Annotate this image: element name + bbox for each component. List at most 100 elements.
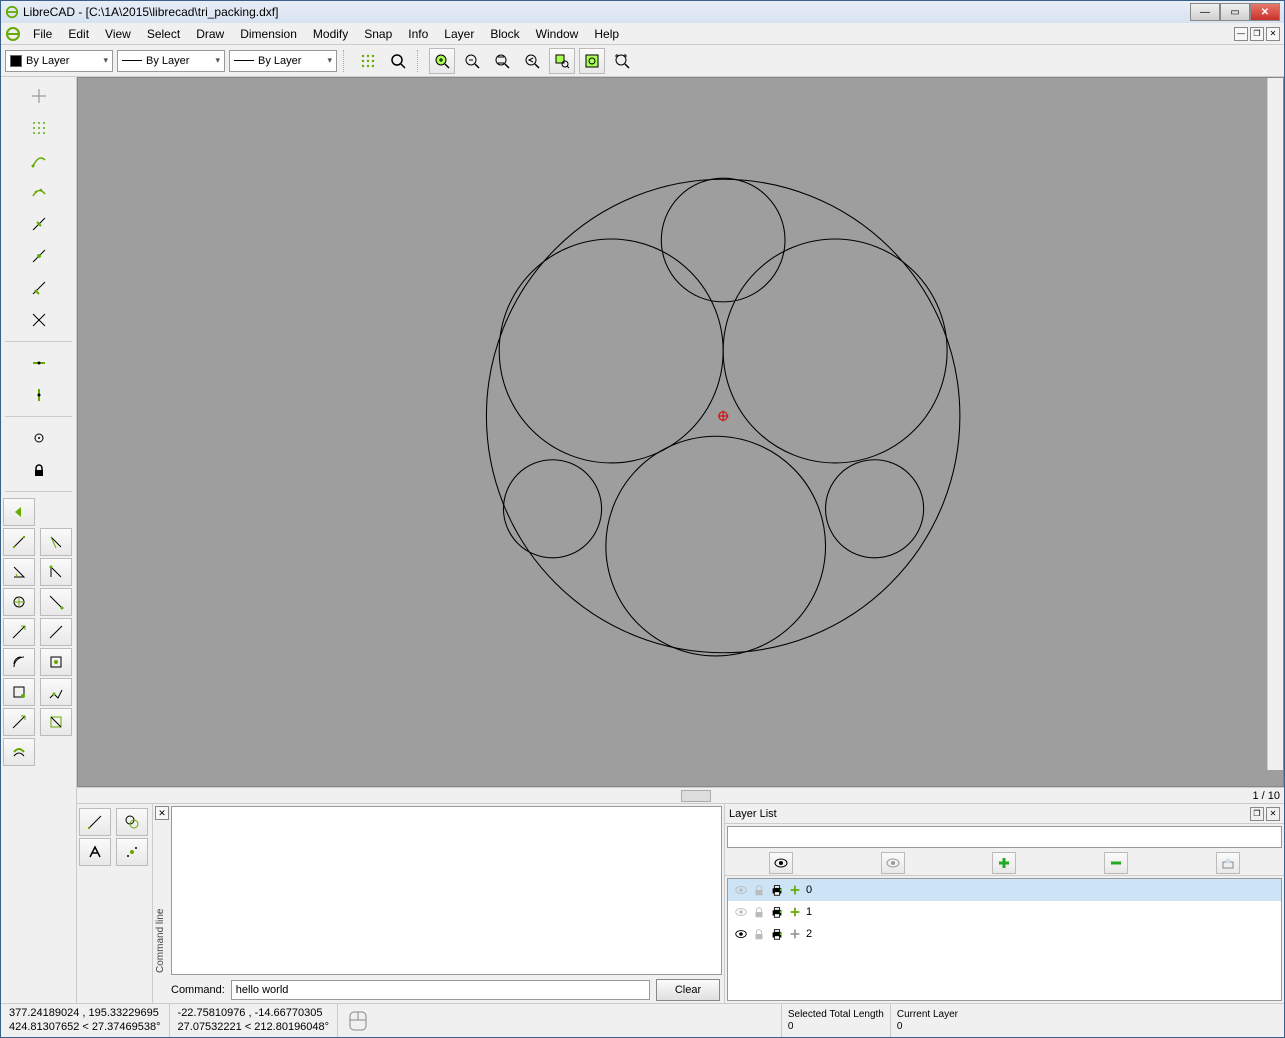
tool-spline-icon[interactable] (40, 618, 72, 646)
layer-hide-all-icon[interactable] (881, 852, 905, 874)
layer-row[interactable]: 0 (728, 879, 1281, 901)
tool-dimension-icon[interactable] (79, 808, 111, 836)
layer-row[interactable]: 2 (728, 923, 1281, 945)
zoom-previous-icon[interactable] (519, 48, 545, 74)
tool-ellipse-icon[interactable] (40, 588, 72, 616)
restrict-horizontal-icon[interactable] (24, 348, 54, 378)
relative-zero-icon[interactable] (24, 423, 54, 453)
menu-snap[interactable]: Snap (356, 25, 400, 43)
tool-offset-icon[interactable] (3, 738, 35, 766)
layer-undock-icon[interactable]: ❐ (1250, 807, 1264, 821)
tool-back-icon[interactable] (3, 498, 35, 526)
zoom-redraw-icon[interactable] (385, 48, 411, 74)
restrict-vertical-icon[interactable] (24, 380, 54, 410)
layer-close-icon[interactable]: ✕ (1266, 807, 1280, 821)
layer-construction-icon[interactable] (788, 883, 802, 897)
zoom-extents-icon[interactable] (609, 48, 635, 74)
menu-edit[interactable]: Edit (60, 25, 97, 43)
layer-filter-input[interactable] (727, 826, 1282, 848)
layer-add-icon[interactable] (992, 852, 1016, 874)
snap-grid-icon[interactable] (24, 113, 54, 143)
linetype-combo-label: By Layer (258, 55, 301, 67)
layer-lock-icon[interactable] (752, 927, 766, 941)
tool-arc-icon[interactable] (40, 558, 72, 586)
lock-relative-zero-icon[interactable] (24, 455, 54, 485)
color-combo[interactable]: By Layer (5, 50, 113, 72)
tool-angle-icon[interactable] (3, 558, 35, 586)
menu-window[interactable]: Window (528, 25, 587, 43)
current-layer: Current Layer 0 (890, 1004, 964, 1037)
close-button[interactable]: ✕ (1250, 3, 1280, 21)
tool-polyline-icon[interactable] (3, 618, 35, 646)
tool-line2-icon[interactable] (40, 528, 72, 556)
layer-lock-icon[interactable] (752, 883, 766, 897)
layer-visible-icon[interactable] (734, 905, 748, 919)
layer-list-header[interactable]: Layer List ❐ ✕ (725, 804, 1284, 824)
tool-hatch-icon[interactable] (116, 808, 148, 836)
mdi-close[interactable]: ✕ (1266, 27, 1280, 41)
menu-modify[interactable]: Modify (305, 25, 356, 43)
titlebar[interactable]: LibreCAD - [C:\1A\2015\librecad\tri_pack… (1, 1, 1284, 23)
menu-help[interactable]: Help (586, 25, 627, 43)
layer-visible-icon[interactable] (734, 927, 748, 941)
menu-block[interactable]: Block (482, 25, 527, 43)
zoom-window-icon[interactable] (549, 48, 575, 74)
layer-construction-icon[interactable] (788, 927, 802, 941)
zoom-out-icon[interactable] (459, 48, 485, 74)
snap-distance-icon[interactable] (24, 273, 54, 303)
menu-view[interactable]: View (97, 25, 139, 43)
tool-rotate-icon[interactable] (3, 678, 35, 706)
layer-list[interactable]: 012 (727, 878, 1282, 1001)
tool-parallel-icon[interactable] (3, 648, 35, 676)
drawing-canvas[interactable] (77, 77, 1284, 787)
snap-endpoint-icon[interactable] (24, 145, 54, 175)
zoom-in-icon[interactable] (429, 48, 455, 74)
mdi-restore[interactable]: ❐ (1250, 27, 1264, 41)
tool-trim-icon[interactable] (40, 708, 72, 736)
snap-free-icon[interactable] (24, 81, 54, 111)
zoom-pan-icon[interactable] (579, 48, 605, 74)
maximize-button[interactable]: ▭ (1220, 3, 1250, 21)
scrollbar-thumb[interactable] (681, 790, 711, 802)
grid-toggle-icon[interactable] (355, 48, 381, 74)
menu-select[interactable]: Select (139, 25, 188, 43)
menu-layer[interactable]: Layer (436, 25, 482, 43)
tool-point-icon[interactable] (116, 838, 148, 866)
vertical-scrollbar[interactable] (1267, 78, 1283, 770)
selected-length-value: 0 (788, 1021, 884, 1033)
layer-remove-icon[interactable] (1104, 852, 1128, 874)
layer-print-icon[interactable] (770, 905, 784, 919)
tool-line-icon[interactable] (3, 528, 35, 556)
command-log[interactable] (171, 806, 722, 975)
command-close-icon[interactable]: ✕ (155, 806, 169, 820)
layer-print-icon[interactable] (770, 883, 784, 897)
snap-center-icon[interactable] (24, 209, 54, 239)
layer-show-all-icon[interactable] (769, 852, 793, 874)
menu-info[interactable]: Info (400, 25, 436, 43)
menu-dimension[interactable]: Dimension (232, 25, 305, 43)
layer-row[interactable]: 1 (728, 901, 1281, 923)
layer-visible-icon[interactable] (734, 883, 748, 897)
linewidth-combo[interactable]: By Layer (117, 50, 225, 72)
mdi-minimize[interactable]: — (1234, 27, 1248, 41)
tool-mirror-icon[interactable] (3, 708, 35, 736)
menu-draw[interactable]: Draw (188, 25, 232, 43)
layer-edit-icon[interactable] (1216, 852, 1240, 874)
layer-construction-icon[interactable] (788, 905, 802, 919)
linetype-combo[interactable]: By Layer (229, 50, 337, 72)
horizontal-scrollbar[interactable]: 1 / 10 (77, 787, 1284, 803)
tool-circle-icon[interactable] (3, 588, 35, 616)
tool-scale-icon[interactable] (40, 678, 72, 706)
snap-middle-icon[interactable] (24, 241, 54, 271)
tool-move-icon[interactable] (40, 648, 72, 676)
tool-text-icon[interactable] (79, 838, 111, 866)
menu-file[interactable]: File (25, 25, 60, 43)
command-clear-button[interactable]: Clear (656, 979, 720, 1001)
minimize-button[interactable]: — (1190, 3, 1220, 21)
layer-lock-icon[interactable] (752, 905, 766, 919)
snap-intersection-icon[interactable] (24, 305, 54, 335)
command-input[interactable] (231, 980, 650, 1000)
snap-on-entity-icon[interactable] (24, 177, 54, 207)
zoom-auto-icon[interactable] (489, 48, 515, 74)
layer-print-icon[interactable] (770, 927, 784, 941)
